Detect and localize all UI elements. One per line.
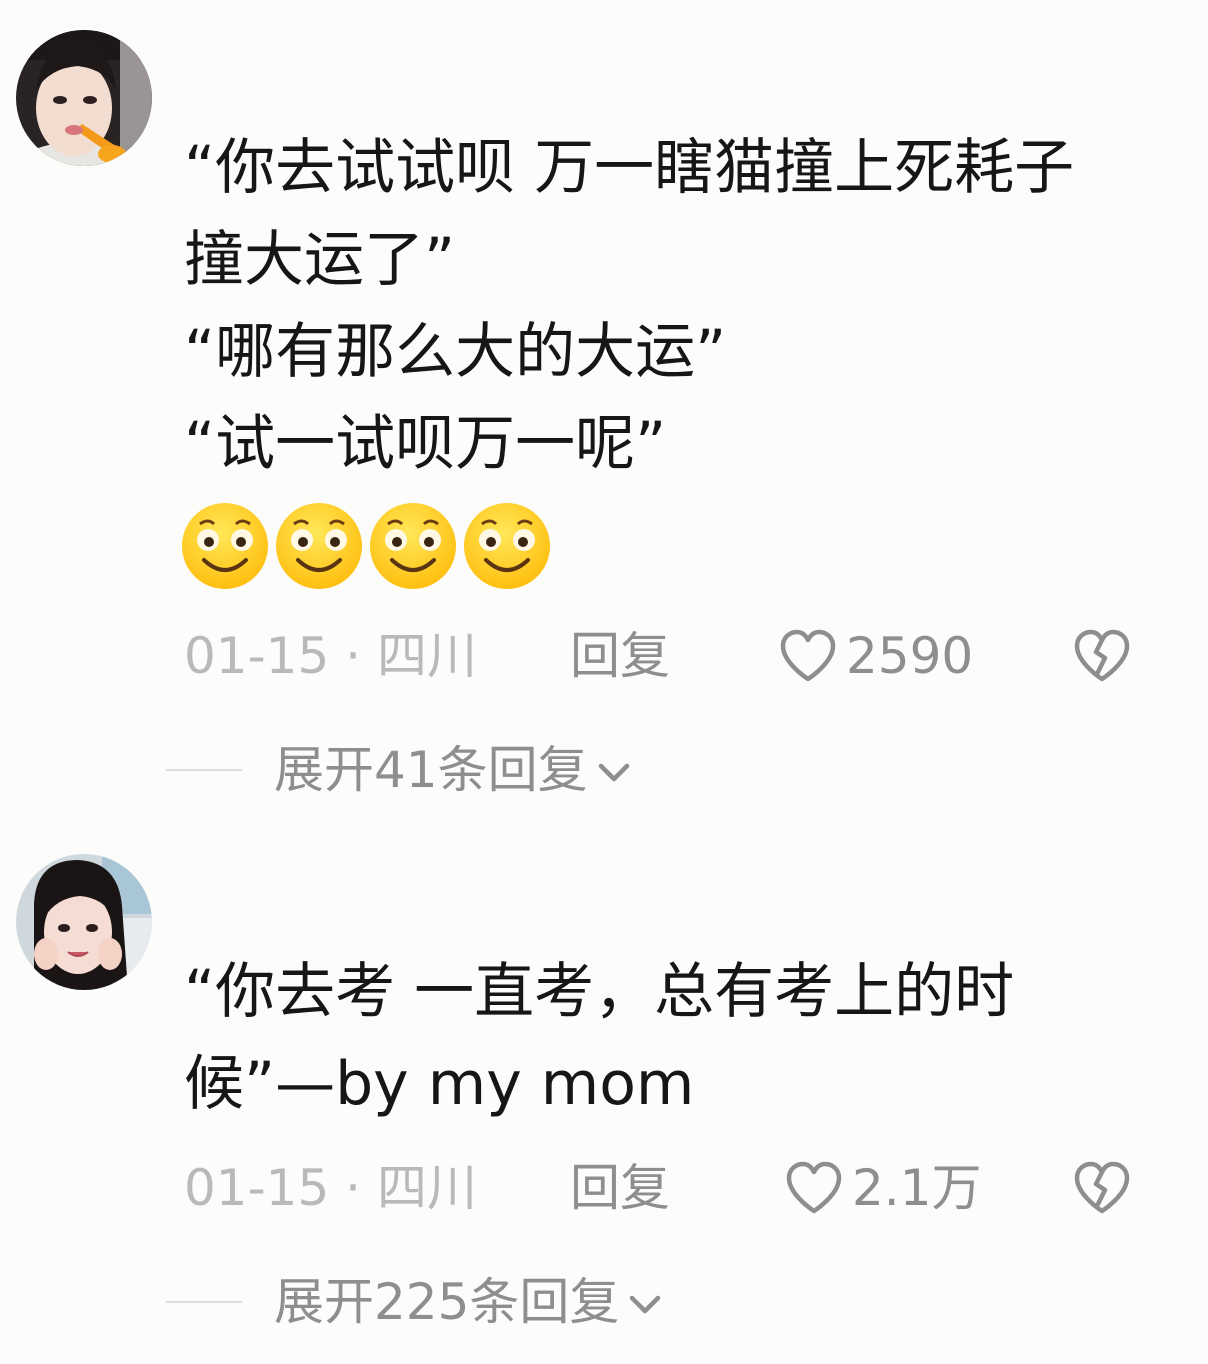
smiling-face-emoji (370, 503, 456, 589)
expand-replies-label: 展开225条回复 (274, 1273, 620, 1331)
like-button[interactable]: 2.1万 (784, 1158, 982, 1218)
comment-text-line: “你去考 一直考，总有考上的时 (184, 957, 1015, 1027)
heart-icon (780, 629, 836, 682)
expand-replies-button[interactable]: 展开225条回复 (166, 1270, 663, 1334)
smiling-face-emoji (182, 503, 268, 589)
expand-replies-button[interactable]: 展开41条回复 (166, 738, 632, 802)
chevron-down-icon (598, 763, 629, 782)
like-button[interactable]: 2590 (778, 626, 973, 686)
comment-date-location: 01-15 · 四川 (184, 627, 477, 685)
comment-text-line: “你去试试呗 万一瞎猫撞上死耗子 (184, 133, 1075, 203)
comment-text-line: “试一试呗万一呢” (184, 409, 667, 479)
comment-meta: 01-15 · 四川 回复 2.1万 (184, 1158, 1144, 1218)
smiling-face-emoji (276, 503, 362, 589)
broken-heart-icon[interactable] (1072, 1160, 1132, 1216)
divider (166, 1301, 242, 1303)
like-count: 2.1万 (852, 1159, 982, 1217)
smiling-face-emoji (464, 503, 550, 589)
comment-meta: 01-15 · 四川 回复 2590 (184, 626, 1144, 686)
comment-text-line: 撞大运了” (184, 225, 456, 295)
divider (166, 769, 242, 771)
reply-button[interactable]: 回复 (570, 1158, 670, 1218)
comment-item: “你去考 一直考，总有考上的时 候”—by my mom 01-15 · 四川 … (0, 840, 1208, 1360)
avatar[interactable] (16, 854, 152, 990)
like-count: 2590 (846, 627, 974, 685)
reply-button[interactable]: 回复 (570, 626, 670, 686)
comment-date-location: 01-15 · 四川 (184, 1159, 477, 1217)
comment-text-line: “哪有那么大的大运” (184, 317, 727, 387)
broken-heart-icon[interactable] (1072, 628, 1132, 684)
avatar[interactable] (16, 30, 152, 166)
emoji-row (180, 500, 552, 592)
chevron-down-icon (630, 1295, 661, 1314)
expand-replies-label: 展开41条回复 (274, 741, 588, 799)
heart-icon (786, 1161, 842, 1214)
comment-item: “你去试试呗 万一瞎猫撞上死耗子 撞大运了” “哪有那么大的大运” “试一试呗万… (0, 0, 1208, 810)
comment-text-line: 候”—by my mom (184, 1049, 695, 1119)
